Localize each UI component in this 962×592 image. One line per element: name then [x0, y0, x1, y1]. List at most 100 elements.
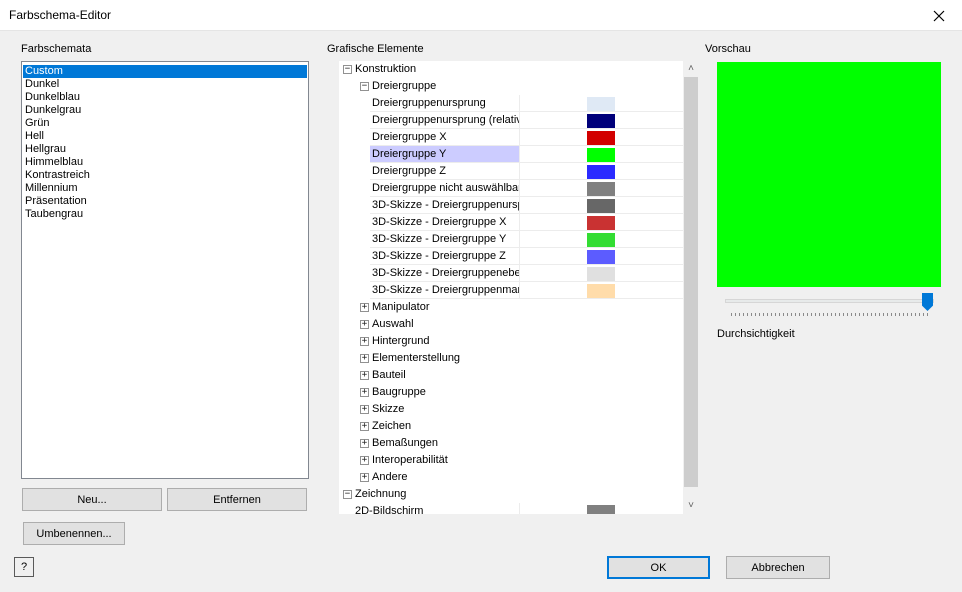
- color-swatch[interactable]: [587, 284, 615, 298]
- color-swatch[interactable]: [587, 182, 615, 196]
- tree-node-label[interactable]: Skizze: [372, 403, 404, 415]
- tree-node-label[interactable]: Dreiergruppe: [372, 80, 436, 92]
- tree-node-group[interactable]: + Elementerstellung: [339, 350, 683, 367]
- tree-node-dreiergruppe[interactable]: − Dreiergruppe: [339, 78, 683, 95]
- tree-node-group[interactable]: + Interoperabilität: [339, 452, 683, 469]
- tree-node-group[interactable]: + Hintergrund: [339, 333, 683, 350]
- tree-leaf-label[interactable]: 3D-Skizze - Dreiergruppe Y: [370, 231, 520, 248]
- scheme-list-item[interactable]: Präsentation: [23, 195, 307, 208]
- tree-scrollbar[interactable]: ˄ ˅: [683, 61, 699, 514]
- expand-icon[interactable]: +: [360, 422, 369, 431]
- tree-node-group[interactable]: + Baugruppe: [339, 384, 683, 401]
- expand-icon[interactable]: +: [360, 354, 369, 363]
- close-button[interactable]: [916, 0, 962, 31]
- cancel-button[interactable]: Abbrechen: [726, 556, 830, 579]
- scheme-list-item[interactable]: Kontrastreich: [23, 169, 307, 182]
- rename-scheme-button[interactable]: Umbenennen...: [23, 522, 125, 545]
- scheme-list-item[interactable]: Custom: [23, 65, 307, 78]
- scheme-list-item[interactable]: Himmelblau: [23, 156, 307, 169]
- scheme-list-item[interactable]: Dunkelgrau: [23, 104, 307, 117]
- tree-leaf-label[interactable]: Dreiergruppe nicht auswählbar: [370, 180, 520, 197]
- color-swatch[interactable]: [587, 233, 615, 247]
- tree-leaf-label[interactable]: 3D-Skizze - Dreiergruppenebene: [370, 265, 520, 282]
- scheme-list[interactable]: Custom Dunkel Dunkelblau Dunkelgrau Grün Hell…: [21, 61, 309, 479]
- tree-node-zeichnung[interactable]: − Zeichnung: [339, 486, 683, 503]
- tree-leaf-row[interactable]: 3D-Skizze - Dreiergruppenursprung: [339, 197, 683, 214]
- tree-leaf-label[interactable]: 3D-Skizze - Dreiergruppe X: [370, 214, 520, 231]
- color-swatch[interactable]: [587, 199, 615, 213]
- color-swatch[interactable]: [587, 216, 615, 230]
- graphic-elements-tree[interactable]: − Konstruktion − Dreiergruppe Dreiergruppenu…: [339, 61, 699, 514]
- expand-icon[interactable]: +: [360, 303, 369, 312]
- tree-node-group[interactable]: + Bauteil: [339, 367, 683, 384]
- ok-button[interactable]: OK: [607, 556, 710, 579]
- tree-node-label[interactable]: Baugruppe: [372, 386, 426, 398]
- collapse-icon[interactable]: −: [343, 65, 352, 74]
- color-swatch[interactable]: [587, 97, 615, 111]
- tree-leaf-row[interactable]: 3D-Skizze - Dreiergruppenmarkierung: [339, 282, 683, 299]
- tree-leaf-row[interactable]: Dreiergruppenursprung (relativ): [339, 112, 683, 129]
- tree-node-label[interactable]: Auswahl: [372, 318, 414, 330]
- scheme-list-item[interactable]: Dunkel: [23, 78, 307, 91]
- expand-icon[interactable]: +: [360, 456, 369, 465]
- scheme-list-item[interactable]: Grün: [23, 117, 307, 130]
- scroll-up-icon[interactable]: ˄: [683, 61, 699, 77]
- color-swatch[interactable]: [587, 148, 615, 162]
- tree-leaf-row[interactable]: 3D-Skizze - Dreiergruppe X: [339, 214, 683, 231]
- scheme-list-item[interactable]: Dunkelblau: [23, 91, 307, 104]
- color-swatch[interactable]: [587, 165, 615, 179]
- tree-node-group[interactable]: + Bemaßungen: [339, 435, 683, 452]
- tree-leaf-row[interactable]: 2D-Bildschirm: [339, 503, 683, 514]
- tree-node-group[interactable]: + Zeichen: [339, 418, 683, 435]
- tree-node-label[interactable]: Zeichen: [372, 420, 411, 432]
- expand-icon[interactable]: +: [360, 388, 369, 397]
- tree-leaf-label[interactable]: 3D-Skizze - Dreiergruppenursprung: [370, 197, 520, 214]
- scheme-list-item[interactable]: Millennium: [23, 182, 307, 195]
- color-swatch[interactable]: [587, 267, 615, 281]
- color-swatch[interactable]: [587, 505, 615, 514]
- tree-leaf-label[interactable]: Dreiergruppe Y: [370, 146, 520, 163]
- tree-leaf-row[interactable]: Dreiergruppe nicht auswählbar: [339, 180, 683, 197]
- tree-leaf-row[interactable]: Dreiergruppe X: [339, 129, 683, 146]
- tree-leaf-row[interactable]: Dreiergruppe Z: [339, 163, 683, 180]
- color-swatch[interactable]: [587, 114, 615, 128]
- tree-leaf-label[interactable]: 3D-Skizze - Dreiergruppenmarkierung: [370, 282, 520, 299]
- tree-node-label[interactable]: Bemaßungen: [372, 437, 438, 449]
- scroll-down-icon[interactable]: ˅: [683, 498, 699, 514]
- tree-leaf-row[interactable]: 3D-Skizze - Dreiergruppe Z: [339, 248, 683, 265]
- tree-leaf-label[interactable]: 2D-Bildschirm: [353, 503, 520, 514]
- scheme-list-item[interactable]: Hell: [23, 130, 307, 143]
- transparency-slider-thumb[interactable]: [922, 293, 933, 311]
- tree-node-group[interactable]: + Andere: [339, 469, 683, 486]
- tree-leaf-label[interactable]: Dreiergruppe X: [370, 129, 520, 146]
- help-button[interactable]: ?: [14, 557, 34, 577]
- tree-leaf-label[interactable]: Dreiergruppenursprung: [370, 95, 520, 112]
- tree-node-group[interactable]: + Skizze: [339, 401, 683, 418]
- color-swatch[interactable]: [587, 131, 615, 145]
- scrollbar-thumb[interactable]: [684, 77, 698, 487]
- collapse-icon[interactable]: −: [343, 490, 352, 499]
- remove-scheme-button[interactable]: Entfernen: [167, 488, 307, 511]
- collapse-icon[interactable]: −: [360, 82, 369, 91]
- tree-node-label[interactable]: Interoperabilität: [372, 454, 448, 466]
- expand-icon[interactable]: +: [360, 337, 369, 346]
- tree-node-label[interactable]: Elementerstellung: [372, 352, 460, 364]
- scheme-list-item[interactable]: Hellgrau: [23, 143, 307, 156]
- new-scheme-button[interactable]: Neu...: [22, 488, 162, 511]
- expand-icon[interactable]: +: [360, 371, 369, 380]
- tree-leaf-row[interactable]: 3D-Skizze - Dreiergruppe Y: [339, 231, 683, 248]
- tree-leaf-row[interactable]: Dreiergruppenursprung: [339, 95, 683, 112]
- expand-icon[interactable]: +: [360, 473, 369, 482]
- tree-node-label[interactable]: Hintergrund: [372, 335, 429, 347]
- tree-node-label[interactable]: Konstruktion: [355, 63, 416, 75]
- tree-node-label[interactable]: Zeichnung: [355, 488, 406, 500]
- tree-leaf-label[interactable]: 3D-Skizze - Dreiergruppe Z: [370, 248, 520, 265]
- tree-leaf-row[interactable]: 3D-Skizze - Dreiergruppenebene: [339, 265, 683, 282]
- scheme-list-item[interactable]: Taubengrau: [23, 208, 307, 221]
- tree-leaf-row[interactable]: Dreiergruppe Y: [339, 146, 683, 163]
- expand-icon[interactable]: +: [360, 405, 369, 414]
- tree-leaf-label[interactable]: Dreiergruppenursprung (relativ): [370, 112, 520, 129]
- tree-node-konstruktion[interactable]: − Konstruktion: [339, 61, 683, 78]
- tree-leaf-label[interactable]: Dreiergruppe Z: [370, 163, 520, 180]
- tree-node-label[interactable]: Andere: [372, 471, 407, 483]
